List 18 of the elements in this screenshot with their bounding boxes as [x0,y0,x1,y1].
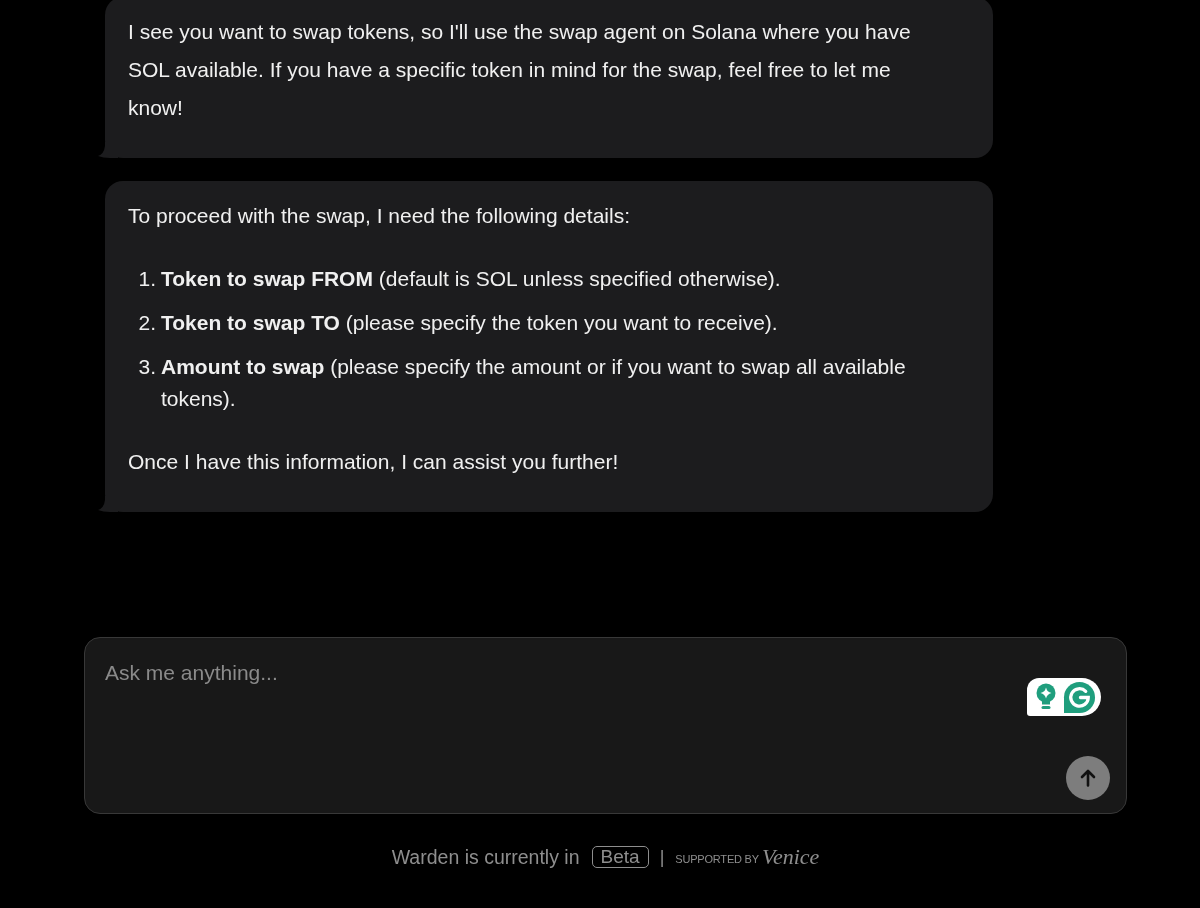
extension-badge[interactable] [1027,678,1101,716]
list-number: 3. [138,354,156,380]
lightbulb-icon[interactable] [1035,683,1057,711]
arrow-up-icon [1078,768,1098,788]
beta-badge: Beta [591,846,649,868]
message-text: To proceed with the swap, I need the following details: [128,203,631,229]
beta-notice-text: Warden is currently in [391,845,580,869]
message-text: Once I have this information, I can assist you further! [128,449,620,475]
message-input[interactable]: Ask me anything... [84,637,1127,814]
separator: | [659,846,665,868]
message-text: I see you want to swap tokens, so I'll use the swap agent on Solana where you have SOL available. If you have a specific token in mind for the swap, feel free to let me know! [128,19,912,121]
list-item-text: Token to swap TO (please specify the token you want to receive). [161,310,779,336]
list-number: 2. [138,310,156,336]
list-item-text: Token to swap FROM (default is SOL unless specified otherwise). [161,266,782,292]
supported-by-label: SUPPORTED BY [675,851,759,866]
list-item-text: Amount to swap (please specify the amount or if you want to swap all available tokens). [161,354,907,412]
list-number: 1. [138,266,156,292]
sponsor-wordmark: Venice [761,845,820,869]
